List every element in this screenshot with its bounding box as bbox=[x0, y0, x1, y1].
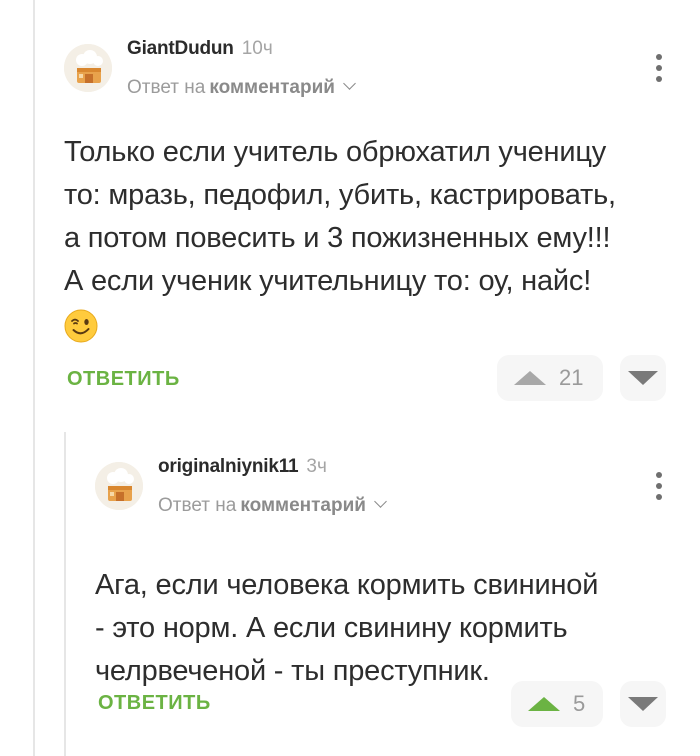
vote-count: 21 bbox=[559, 365, 584, 390]
more-options-icon[interactable] bbox=[656, 472, 662, 500]
reply-to: Ответ на комментарий bbox=[127, 77, 356, 99]
comment-line: А если ученик учительницу то: оу, найс! bbox=[64, 265, 592, 297]
default-avatar-icon bbox=[64, 44, 112, 92]
comment-header: GiantDudun 10ч bbox=[127, 38, 273, 60]
reply-to-link[interactable]: комментарий bbox=[209, 77, 335, 98]
avatar[interactable] bbox=[95, 462, 143, 510]
comment-text: Только если учитель обрюхатил ученицу то… bbox=[64, 131, 674, 350]
comment-header: originalniynik11 3ч bbox=[158, 456, 327, 478]
comment-line: Ага, если человека кормить свининой bbox=[95, 569, 599, 601]
reply-to: Ответ на комментарий bbox=[158, 495, 387, 517]
reply-button[interactable]: ОТВЕТИТЬ bbox=[98, 692, 211, 715]
thread-line-nested bbox=[64, 432, 66, 756]
comment-line: Только если учитель обрюхатил ученицу bbox=[64, 136, 607, 168]
winking-face-icon bbox=[64, 309, 98, 343]
upvote-button[interactable]: 21 bbox=[497, 355, 603, 401]
reply-to-link[interactable]: комментарий bbox=[240, 495, 366, 516]
comment-line: то: мразь, педофил, убить, кастрировать, bbox=[64, 179, 616, 211]
chevron-down-icon[interactable] bbox=[374, 495, 387, 508]
default-avatar-icon bbox=[95, 462, 143, 510]
comment-line: а потом повесить и 3 пожизненных ему!!! bbox=[64, 222, 611, 254]
arrow-down-icon bbox=[628, 697, 658, 711]
arrow-up-icon bbox=[528, 697, 560, 711]
reply-to-prefix: Ответ на bbox=[158, 495, 237, 516]
more-options-icon[interactable] bbox=[656, 54, 662, 82]
downvote-button[interactable] bbox=[620, 355, 666, 401]
reply-to-prefix: Ответ на bbox=[127, 77, 206, 98]
timestamp[interactable]: 10ч bbox=[242, 38, 273, 59]
timestamp[interactable]: 3ч bbox=[306, 456, 326, 477]
arrow-up-icon bbox=[514, 371, 546, 385]
upvote-button[interactable]: 5 bbox=[511, 681, 603, 727]
chevron-down-icon[interactable] bbox=[343, 77, 356, 90]
comment-text: Ага, если человека кормить свининой - эт… bbox=[95, 564, 665, 693]
downvote-button[interactable] bbox=[620, 681, 666, 727]
reply-button[interactable]: ОТВЕТИТЬ bbox=[67, 368, 180, 391]
username[interactable]: originalniynik11 bbox=[158, 456, 299, 477]
username[interactable]: GiantDudun bbox=[127, 38, 234, 59]
vote-count: 5 bbox=[573, 691, 586, 716]
avatar[interactable] bbox=[64, 44, 112, 92]
arrow-down-icon bbox=[628, 371, 658, 385]
thread-line bbox=[33, 0, 35, 756]
comment-line: - это норм. А если свинину кормить bbox=[95, 612, 568, 644]
